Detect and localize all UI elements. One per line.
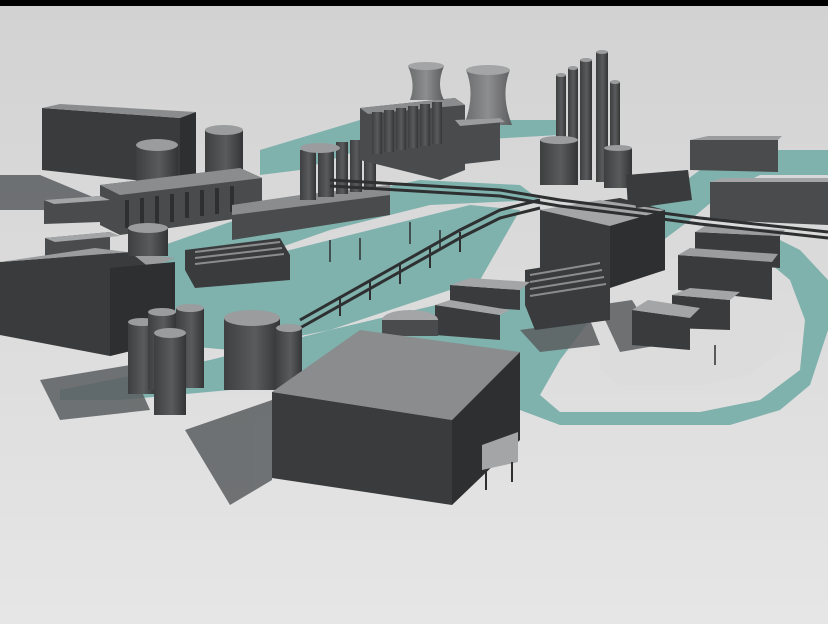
industrial-plant-scene xyxy=(0,0,828,624)
plant-render xyxy=(0,0,828,624)
top-black-border xyxy=(0,0,828,6)
building-upper-center xyxy=(455,118,505,165)
tank-mid-left xyxy=(128,223,168,256)
